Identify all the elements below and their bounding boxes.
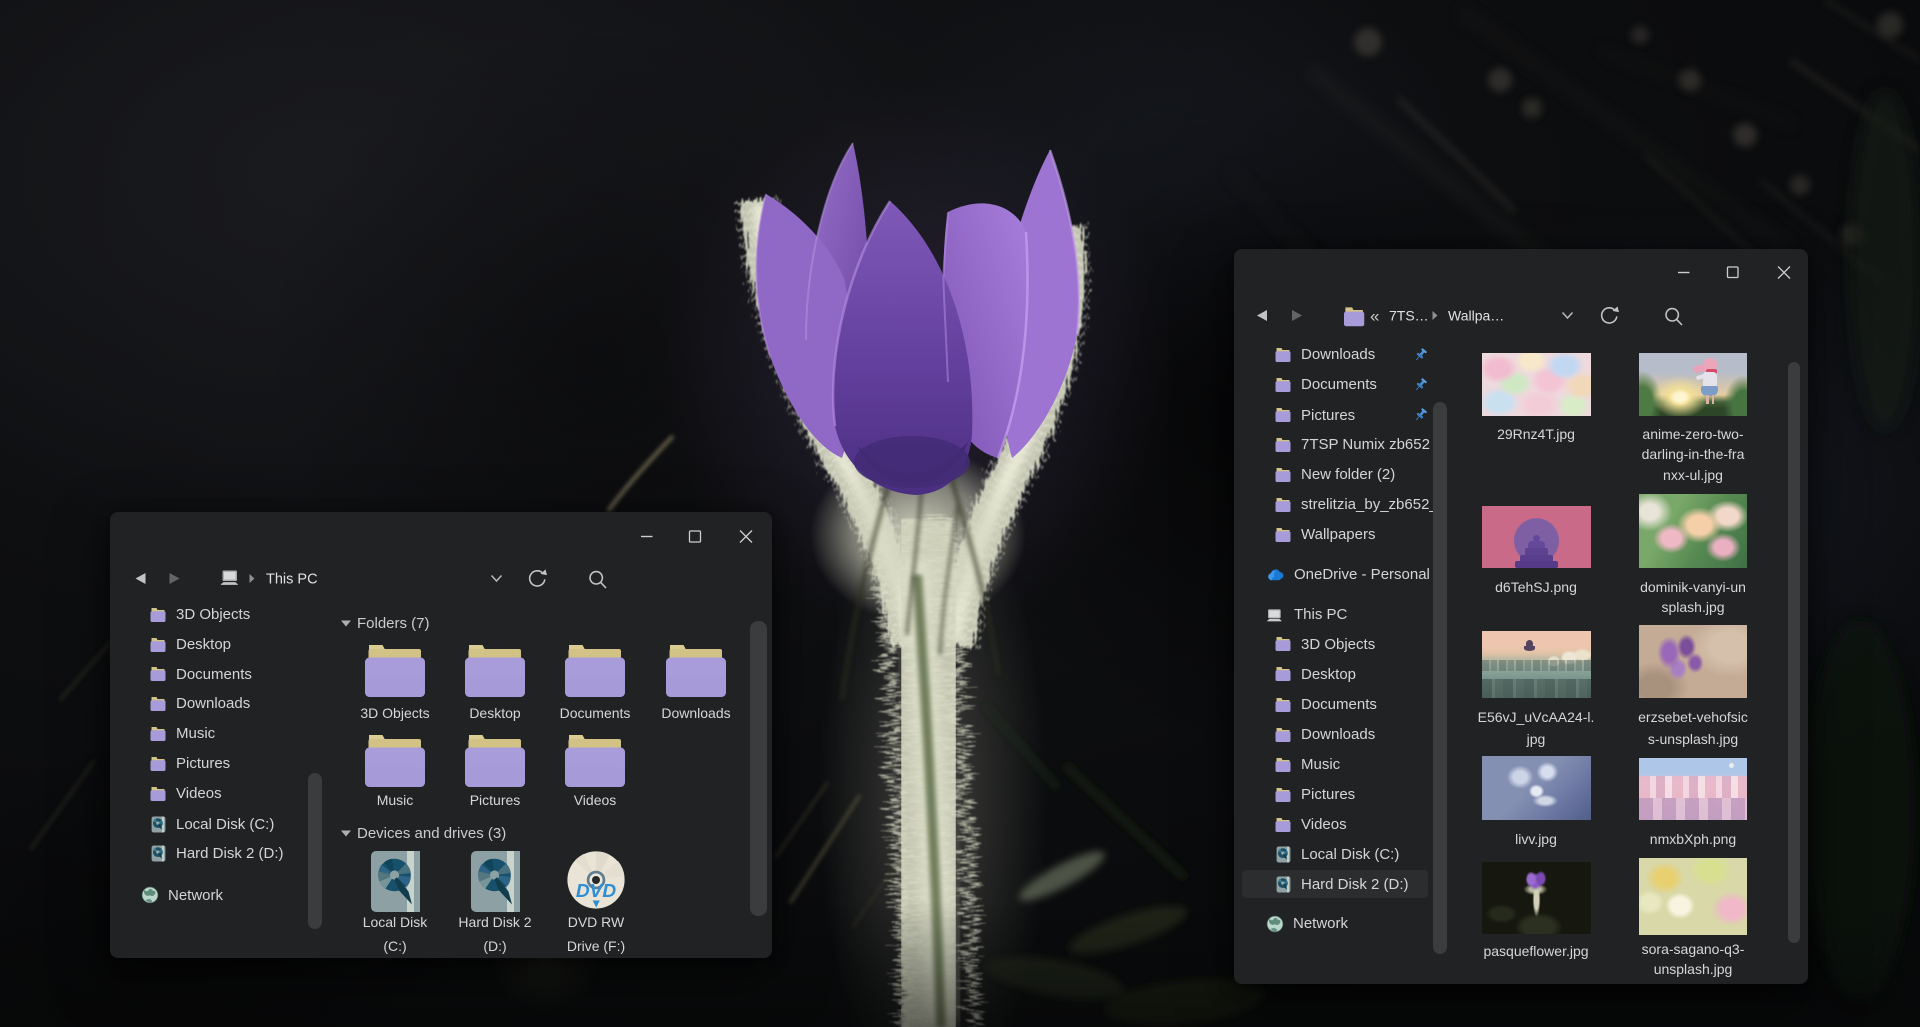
svg-text:This PC: This PC (266, 572, 318, 588)
svg-text:Wallpa…: Wallpa… (1448, 308, 1504, 324)
svg-text:«: « (1370, 307, 1379, 326)
svg-text:7TS…: 7TS… (1389, 308, 1429, 324)
